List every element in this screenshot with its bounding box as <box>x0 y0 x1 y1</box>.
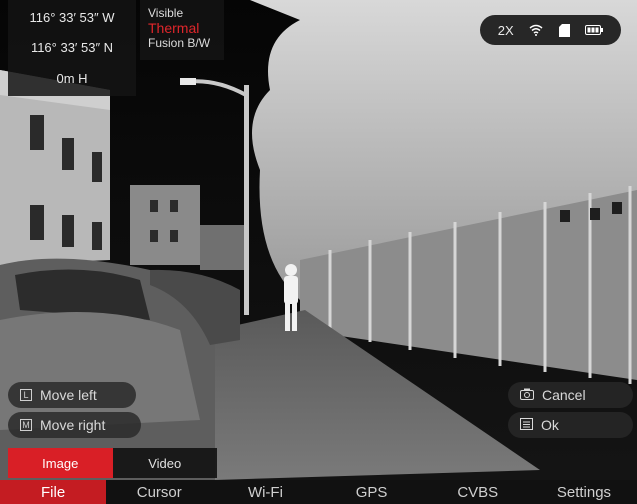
main-tab-bar: File Cursor Wi-Fi GPS CVBS Settings <box>0 480 637 504</box>
battery-icon <box>585 25 604 35</box>
subtab-video[interactable]: Video <box>112 448 217 478</box>
menu-icon <box>520 417 533 433</box>
tab-file[interactable]: File <box>0 480 107 504</box>
move-left-button[interactable]: L Move left <box>8 382 136 408</box>
move-right-label: Move right <box>40 417 106 433</box>
latitude-readout: 116° 33′ 53″ N <box>30 40 114 56</box>
camera-icon <box>520 387 534 403</box>
zoom-level: 2X <box>497 22 514 38</box>
mode-thermal[interactable]: Thermal <box>148 21 224 36</box>
sd-card-icon <box>558 23 570 37</box>
longitude-readout: 116° 33′ 53″ W <box>29 9 115 25</box>
status-bar: 2X <box>480 15 621 45</box>
move-left-label: Move left <box>40 387 97 403</box>
ok-label: Ok <box>541 417 559 433</box>
image-mode-selector[interactable]: Visible Thermal Fusion B/W <box>140 0 224 60</box>
file-subtabs: Image Video <box>8 448 217 478</box>
gps-coordinates-panel: 116° 33′ 53″ W 116° 33′ 53″ N 0m H <box>8 0 136 96</box>
mode-fusion-bw[interactable]: Fusion B/W <box>148 36 224 51</box>
cancel-button[interactable]: Cancel <box>508 382 633 408</box>
tab-wifi[interactable]: Wi-Fi <box>212 480 318 504</box>
height-readout: 0m H <box>56 71 88 87</box>
tab-cursor[interactable]: Cursor <box>106 480 212 504</box>
tab-settings[interactable]: Settings <box>531 480 637 504</box>
move-right-key-icon: M <box>20 419 32 431</box>
move-right-button[interactable]: M Move right <box>8 412 141 438</box>
tab-cvbs[interactable]: CVBS <box>425 480 531 504</box>
tab-gps[interactable]: GPS <box>319 480 425 504</box>
move-left-key-icon: L <box>20 389 32 401</box>
wifi-icon <box>529 24 543 36</box>
mode-visible[interactable]: Visible <box>148 6 224 21</box>
cancel-label: Cancel <box>542 387 586 403</box>
ok-button[interactable]: Ok <box>508 412 633 438</box>
subtab-image[interactable]: Image <box>8 448 113 478</box>
